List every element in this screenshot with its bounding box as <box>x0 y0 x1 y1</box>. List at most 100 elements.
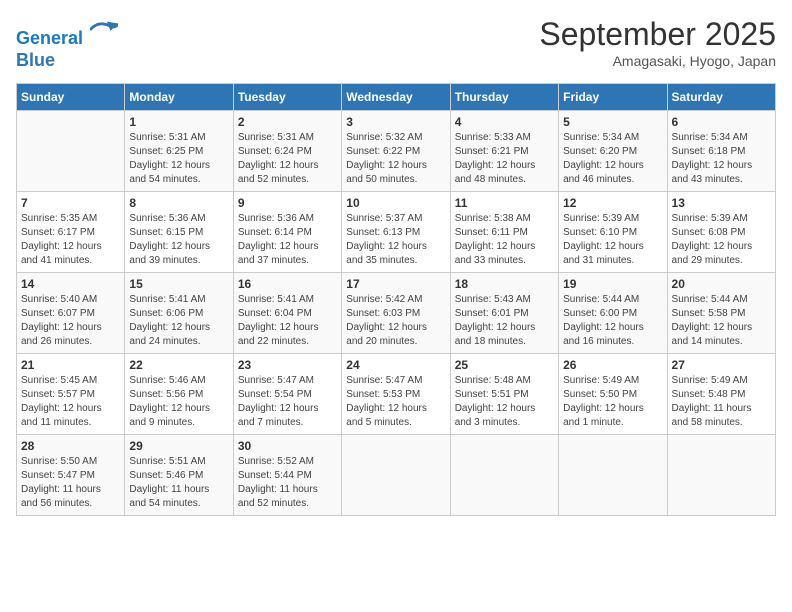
day-info: Sunrise: 5:42 AM Sunset: 6:03 PM Dayligh… <box>346 293 445 349</box>
day-number: 29 <box>129 439 228 453</box>
day-number: 11 <box>455 196 554 210</box>
day-number: 24 <box>346 358 445 372</box>
location: Amagasaki, Hyogo, Japan <box>539 53 776 69</box>
day-info: Sunrise: 5:43 AM Sunset: 6:01 PM Dayligh… <box>455 293 554 349</box>
day-number: 25 <box>455 358 554 372</box>
weekday-header-wednesday: Wednesday <box>342 84 450 111</box>
day-number: 20 <box>672 277 771 291</box>
calendar-cell: 14 Sunrise: 5:40 AM Sunset: 6:07 PM Dayli… <box>17 273 125 354</box>
calendar-cell: 18 Sunrise: 5:43 AM Sunset: 6:01 PM Dayli… <box>450 273 558 354</box>
calendar-cell: 25Sunrise: 5:48 AM Sunset: 5:51 PM Dayli… <box>450 354 558 435</box>
calendar-cell: 2Sunrise: 5:31 AM Sunset: 6:24 PM Daylig… <box>233 111 341 192</box>
day-info: Sunrise: 5:39 AM Sunset: 6:10 PM Dayligh… <box>563 212 662 268</box>
logo-icon <box>90 16 118 44</box>
calendar-cell: 6 Sunrise: 5:34 AM Sunset: 6:18 PM Daylig… <box>667 111 775 192</box>
title-block: September 2025 Amagasaki, Hyogo, Japan <box>539 16 776 69</box>
day-info: Sunrise: 5:39 AM Sunset: 6:08 PM Dayligh… <box>672 212 771 268</box>
calendar-cell: 26Sunrise: 5:49 AM Sunset: 5:50 PM Dayli… <box>559 354 667 435</box>
weekday-header-saturday: Saturday <box>667 84 775 111</box>
calendar-cell: 7 Sunrise: 5:35 AM Sunset: 6:17 PM Daylig… <box>17 192 125 273</box>
day-number: 7 <box>21 196 120 210</box>
calendar-cell: 19 Sunrise: 5:44 AM Sunset: 6:00 PM Dayli… <box>559 273 667 354</box>
calendar-cell: 24 Sunrise: 5:47 AM Sunset: 5:53 PM Dayli… <box>342 354 450 435</box>
day-info: Sunrise: 5:44 AM Sunset: 5:58 PM Dayligh… <box>672 293 771 349</box>
calendar-table: SundayMondayTuesdayWednesdayThursdayFrid… <box>16 83 776 516</box>
week-row-5: 28Sunrise: 5:50 AM Sunset: 5:47 PM Dayli… <box>17 435 776 516</box>
day-info: Sunrise: 5:49 AM Sunset: 5:50 PM Dayligh… <box>563 374 662 430</box>
day-info: Sunrise: 5:46 AM Sunset: 5:56 PM Dayligh… <box>129 374 228 430</box>
calendar-cell <box>342 435 450 516</box>
calendar-cell: 12Sunrise: 5:39 AM Sunset: 6:10 PM Dayli… <box>559 192 667 273</box>
day-info: Sunrise: 5:49 AM Sunset: 5:48 PM Dayligh… <box>672 374 771 430</box>
day-info: Sunrise: 5:51 AM Sunset: 5:46 PM Dayligh… <box>129 455 228 511</box>
day-info: Sunrise: 5:32 AM Sunset: 6:22 PM Dayligh… <box>346 131 445 187</box>
calendar-cell: 5Sunrise: 5:34 AM Sunset: 6:20 PM Daylig… <box>559 111 667 192</box>
day-info: Sunrise: 5:40 AM Sunset: 6:07 PM Dayligh… <box>21 293 120 349</box>
calendar-cell: 4 Sunrise: 5:33 AM Sunset: 6:21 PM Daylig… <box>450 111 558 192</box>
day-number: 30 <box>238 439 337 453</box>
weekday-header-sunday: Sunday <box>17 84 125 111</box>
calendar-cell: 10 Sunrise: 5:37 AM Sunset: 6:13 PM Dayli… <box>342 192 450 273</box>
calendar-cell: 8Sunrise: 5:36 AM Sunset: 6:15 PM Daylig… <box>125 192 233 273</box>
day-number: 6 <box>672 115 771 129</box>
day-info: Sunrise: 5:35 AM Sunset: 6:17 PM Dayligh… <box>21 212 120 268</box>
day-number: 4 <box>455 115 554 129</box>
calendar-cell: 15 Sunrise: 5:41 AM Sunset: 6:06 PM Dayli… <box>125 273 233 354</box>
logo-general: General <box>16 28 83 48</box>
day-number: 18 <box>455 277 554 291</box>
day-number: 15 <box>129 277 228 291</box>
calendar-cell: 30 Sunrise: 5:52 AM Sunset: 5:44 PM Dayli… <box>233 435 341 516</box>
day-number: 10 <box>346 196 445 210</box>
day-number: 27 <box>672 358 771 372</box>
calendar-cell: 23Sunrise: 5:47 AM Sunset: 5:54 PM Dayli… <box>233 354 341 435</box>
calendar-cell <box>17 111 125 192</box>
day-number: 14 <box>21 277 120 291</box>
day-number: 5 <box>563 115 662 129</box>
day-info: Sunrise: 5:31 AM Sunset: 6:25 PM Dayligh… <box>129 131 228 187</box>
weekday-header-tuesday: Tuesday <box>233 84 341 111</box>
week-row-1: 1 Sunrise: 5:31 AM Sunset: 6:25 PM Daylig… <box>17 111 776 192</box>
calendar-cell: 13 Sunrise: 5:39 AM Sunset: 6:08 PM Dayli… <box>667 192 775 273</box>
day-info: Sunrise: 5:44 AM Sunset: 6:00 PM Dayligh… <box>563 293 662 349</box>
day-number: 19 <box>563 277 662 291</box>
weekday-header-friday: Friday <box>559 84 667 111</box>
day-number: 1 <box>129 115 228 129</box>
day-number: 22 <box>129 358 228 372</box>
calendar-cell <box>559 435 667 516</box>
calendar-cell: 29 Sunrise: 5:51 AM Sunset: 5:46 PM Dayli… <box>125 435 233 516</box>
calendar-cell: 22 Sunrise: 5:46 AM Sunset: 5:56 PM Dayli… <box>125 354 233 435</box>
day-info: Sunrise: 5:38 AM Sunset: 6:11 PM Dayligh… <box>455 212 554 268</box>
day-info: Sunrise: 5:47 AM Sunset: 5:54 PM Dayligh… <box>238 374 337 430</box>
weekday-header-thursday: Thursday <box>450 84 558 111</box>
calendar-cell: 20 Sunrise: 5:44 AM Sunset: 5:58 PM Dayli… <box>667 273 775 354</box>
week-row-4: 21Sunrise: 5:45 AM Sunset: 5:57 PM Dayli… <box>17 354 776 435</box>
calendar-cell: 17Sunrise: 5:42 AM Sunset: 6:03 PM Dayli… <box>342 273 450 354</box>
day-info: Sunrise: 5:52 AM Sunset: 5:44 PM Dayligh… <box>238 455 337 511</box>
calendar-cell <box>450 435 558 516</box>
day-number: 13 <box>672 196 771 210</box>
calendar-cell: 9Sunrise: 5:36 AM Sunset: 6:14 PM Daylig… <box>233 192 341 273</box>
calendar-cell: 16Sunrise: 5:41 AM Sunset: 6:04 PM Dayli… <box>233 273 341 354</box>
day-number: 9 <box>238 196 337 210</box>
day-info: Sunrise: 5:45 AM Sunset: 5:57 PM Dayligh… <box>21 374 120 430</box>
month-title: September 2025 <box>539 16 776 53</box>
logo-blue: Blue <box>16 50 118 72</box>
day-info: Sunrise: 5:36 AM Sunset: 6:15 PM Dayligh… <box>129 212 228 268</box>
day-info: Sunrise: 5:41 AM Sunset: 6:06 PM Dayligh… <box>129 293 228 349</box>
week-row-2: 7 Sunrise: 5:35 AM Sunset: 6:17 PM Daylig… <box>17 192 776 273</box>
page-header: General Blue September 2025 Amagasaki, H… <box>16 16 776 71</box>
day-info: Sunrise: 5:33 AM Sunset: 6:21 PM Dayligh… <box>455 131 554 187</box>
day-info: Sunrise: 5:37 AM Sunset: 6:13 PM Dayligh… <box>346 212 445 268</box>
day-info: Sunrise: 5:47 AM Sunset: 5:53 PM Dayligh… <box>346 374 445 430</box>
day-number: 3 <box>346 115 445 129</box>
day-info: Sunrise: 5:31 AM Sunset: 6:24 PM Dayligh… <box>238 131 337 187</box>
day-info: Sunrise: 5:34 AM Sunset: 6:18 PM Dayligh… <box>672 131 771 187</box>
calendar-cell: 1 Sunrise: 5:31 AM Sunset: 6:25 PM Daylig… <box>125 111 233 192</box>
day-number: 28 <box>21 439 120 453</box>
calendar-cell: 11 Sunrise: 5:38 AM Sunset: 6:11 PM Dayli… <box>450 192 558 273</box>
week-row-3: 14 Sunrise: 5:40 AM Sunset: 6:07 PM Dayli… <box>17 273 776 354</box>
day-info: Sunrise: 5:41 AM Sunset: 6:04 PM Dayligh… <box>238 293 337 349</box>
logo: General Blue <box>16 16 118 71</box>
calendar-cell <box>667 435 775 516</box>
calendar-cell: 3 Sunrise: 5:32 AM Sunset: 6:22 PM Daylig… <box>342 111 450 192</box>
